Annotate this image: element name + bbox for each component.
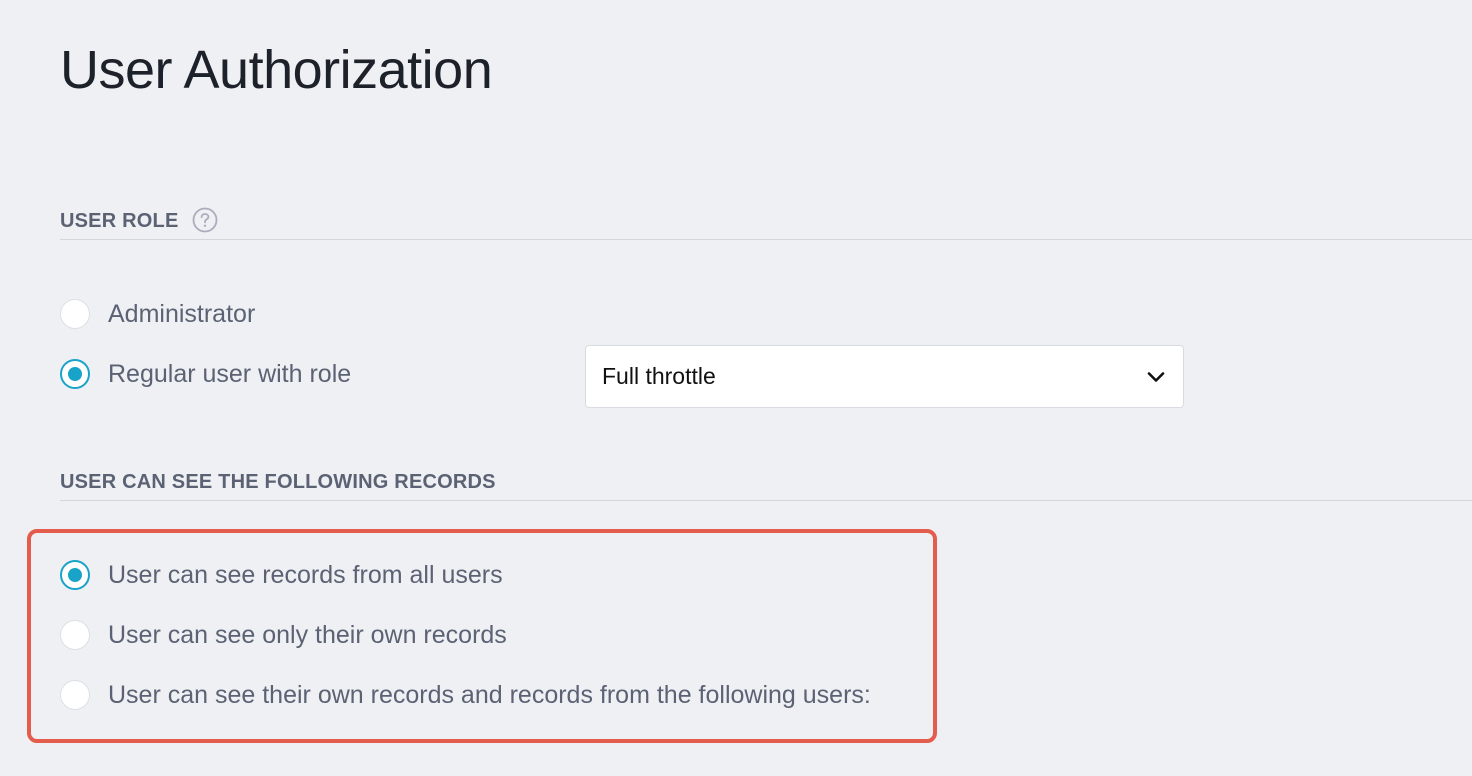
radio-label-all-users-records: User can see records from all users xyxy=(108,560,503,589)
radio-option-regular-user[interactable]: Regular user with role xyxy=(60,357,351,391)
page-title: User Authorization xyxy=(60,40,493,100)
radio-option-own-and-selected-users-records[interactable]: User can see their own records and recor… xyxy=(60,678,871,712)
radio-option-all-users-records[interactable]: User can see records from all users xyxy=(60,558,503,592)
radio-button-all-users-records[interactable] xyxy=(60,560,90,590)
radio-label-own-records: User can see only their own records xyxy=(108,620,507,649)
radio-button-administrator[interactable] xyxy=(60,299,90,329)
user-role-section-header: USER ROLE xyxy=(60,207,1472,240)
role-select-dropdown[interactable]: Full throttle xyxy=(585,345,1184,408)
user-role-section-title: USER ROLE xyxy=(60,210,179,232)
radio-label-own-and-selected-users-records: User can see their own records and recor… xyxy=(108,680,871,709)
radio-option-own-records[interactable]: User can see only their own records xyxy=(60,618,507,652)
chevron-down-icon xyxy=(1145,366,1167,388)
radio-label-regular-user: Regular user with role xyxy=(108,359,352,388)
radio-button-regular-user[interactable] xyxy=(60,359,90,389)
radio-button-own-records[interactable] xyxy=(60,620,90,650)
records-visibility-section-title: USER CAN SEE THE FOLLOWING RECORDS xyxy=(60,471,496,493)
question-circle-icon[interactable] xyxy=(192,207,218,233)
records-visibility-section-header: USER CAN SEE THE FOLLOWING RECORDS xyxy=(60,470,1472,501)
radio-button-own-and-selected-users-records[interactable] xyxy=(60,680,90,710)
role-select-value: Full throttle xyxy=(602,363,716,389)
radio-label-administrator: Administrator xyxy=(108,299,256,328)
radio-option-administrator[interactable]: Administrator xyxy=(60,297,255,331)
